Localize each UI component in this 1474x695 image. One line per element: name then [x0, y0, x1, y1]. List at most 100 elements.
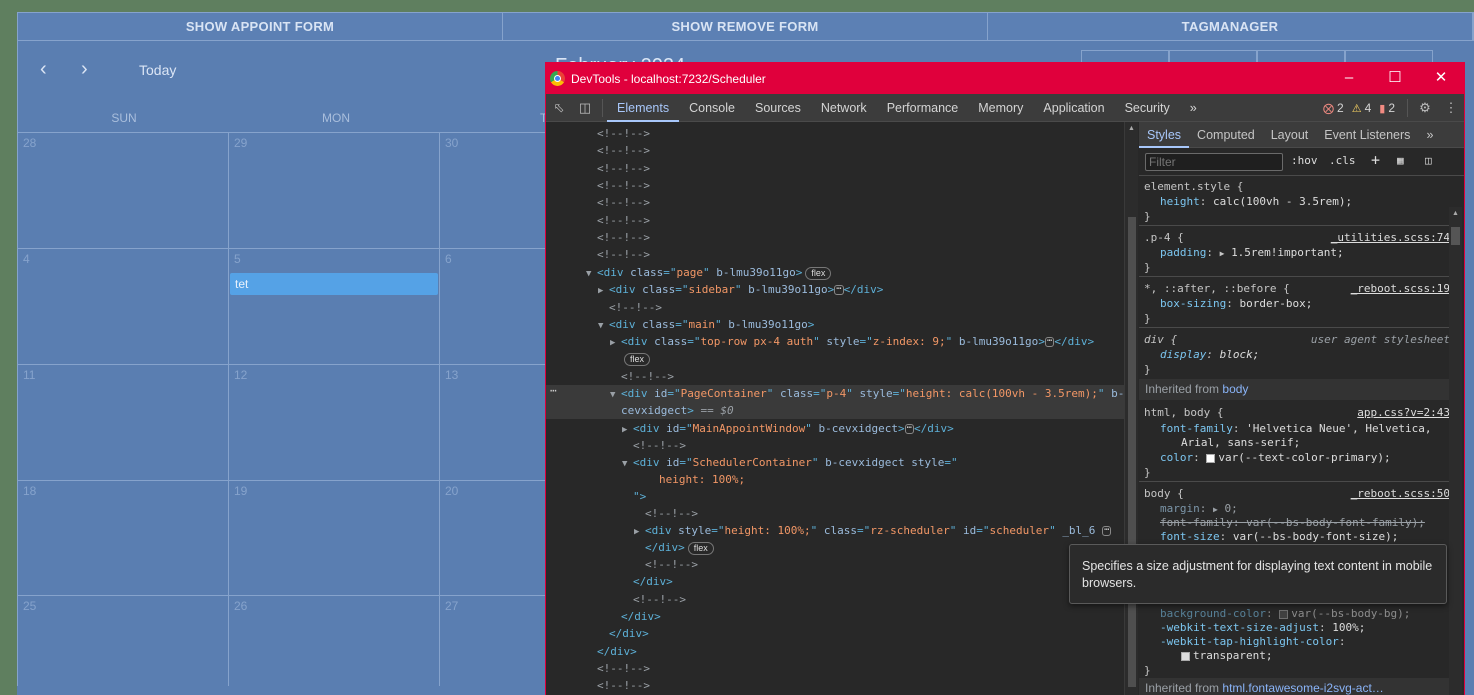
- rule-selector[interactable]: div {user agent stylesheet: [1144, 332, 1454, 347]
- rule-declaration[interactable]: -webkit-tap-highlight-color:: [1160, 634, 1464, 649]
- dom-comment[interactable]: <!--!-->: [546, 125, 1124, 142]
- rule-declaration-overridden[interactable]: font-family: var(--bs-body-font-family);: [1160, 515, 1464, 530]
- dom-node-page[interactable]: ▼ <div class="page" b-lmu39o11go> flex: [546, 264, 1124, 281]
- tab-styles[interactable]: Styles: [1139, 122, 1190, 148]
- rule-selector[interactable]: element.style {: [1144, 179, 1454, 194]
- dom-comment[interactable]: <!--!-->: [546, 677, 1124, 694]
- dom-close-tag[interactable]: </div>: [546, 643, 1124, 660]
- dom-close-tag[interactable]: </div>: [546, 625, 1124, 642]
- dom-node-rz-scheduler[interactable]: ▶ <div style="height: 100%;" class="rz-sc…: [546, 522, 1124, 539]
- show-appoint-form-button[interactable]: SHOW APPOINT FORM: [18, 13, 503, 40]
- tagmanager-button[interactable]: TAGMANAGER: [988, 13, 1473, 40]
- dom-node-main-appoint-window[interactable]: ▶ <div id="MainAppointWindow" b-cevxidgec…: [546, 420, 1124, 437]
- more-icon[interactable]: ⋯: [550, 382, 557, 399]
- minimize-icon[interactable]: –: [1326, 63, 1372, 94]
- day-cell[interactable]: 19: [229, 480, 440, 596]
- ellipsis-icon[interactable]: ⋯: [1044, 337, 1055, 347]
- day-cell[interactable]: 28: [18, 132, 229, 248]
- day-cell[interactable]: 4: [18, 248, 229, 364]
- dom-comment[interactable]: <!--!-->: [546, 556, 1124, 573]
- dom-comment[interactable]: <!--!-->: [546, 505, 1124, 522]
- rule-declaration[interactable]: background-color: var(--bs-body-bg);: [1160, 606, 1464, 621]
- dom-node-main[interactable]: ▼ <div class="main" b-lmu39o11go>: [546, 316, 1124, 333]
- add-rule-icon[interactable]: +: [1371, 151, 1380, 169]
- tab-computed[interactable]: Computed: [1189, 122, 1263, 148]
- chevron-right-icon[interactable]: ›: [81, 59, 88, 79]
- dom-comment[interactable]: <!--!-->: [546, 142, 1124, 159]
- rule-declaration[interactable]: padding: ▶ 1.5rem!important;: [1160, 245, 1464, 260]
- styles-scrollbar[interactable]: ▲: [1449, 207, 1462, 695]
- day-cell[interactable]: 12: [229, 364, 440, 480]
- dom-close-tag[interactable]: </div> flex: [546, 539, 1124, 556]
- rule-declaration[interactable]: display: block;: [1160, 347, 1464, 362]
- dom-comment[interactable]: <!--!-->: [546, 368, 1124, 385]
- day-cell[interactable]: 26: [229, 595, 440, 695]
- cls-toggle[interactable]: .cls: [1329, 154, 1356, 167]
- tab-network[interactable]: Network: [811, 94, 877, 122]
- tab-elements[interactable]: Elements: [607, 94, 680, 122]
- tab-console[interactable]: Console: [679, 94, 745, 122]
- rule-declaration[interactable]: height: calc(100vh - 3.5rem);: [1160, 194, 1464, 209]
- chevron-left-icon[interactable]: ‹: [40, 59, 47, 79]
- device-toolbar-icon[interactable]: ◫: [572, 100, 598, 116]
- rule-selector[interactable]: *, ::after, ::before {_reboot.scss:19: [1144, 281, 1454, 296]
- rule-declaration[interactable]: margin: ▶ 0;: [1160, 501, 1464, 516]
- show-remove-form-button[interactable]: SHOW REMOVE FORM: [503, 13, 988, 40]
- expand-arrow-icon[interactable]: ▶: [598, 283, 609, 300]
- appointment-event[interactable]: tet: [230, 273, 438, 295]
- dom-node-top-row[interactable]: ▶ <div class="top-row px-4 auth" style="z…: [546, 333, 1124, 350]
- dom-comment[interactable]: <!--!-->: [546, 212, 1124, 229]
- elements-scrollbar[interactable]: ▲: [1124, 122, 1138, 695]
- rule-selector[interactable]: .p-4 {_utilities.scss:74: [1144, 230, 1454, 245]
- issue-count[interactable]: ▮ 2: [1379, 101, 1395, 115]
- dom-node-sidebar[interactable]: ▶ <div class="sidebar" b-lmu39o11go> ⋯ </di…: [546, 281, 1124, 298]
- hov-toggle[interactable]: :hov: [1291, 154, 1318, 167]
- elements-dom-tree[interactable]: <!--!--> <!--!--> <!--!--> <!--!--> <!--…: [546, 122, 1124, 695]
- tab-event-listeners[interactable]: Event Listeners: [1316, 122, 1418, 148]
- day-cell[interactable]: 29: [229, 132, 440, 248]
- dom-comment[interactable]: <!--!-->: [546, 229, 1124, 246]
- maximize-icon[interactable]: ☐: [1372, 63, 1418, 94]
- dom-comment[interactable]: <!--!-->: [546, 160, 1124, 177]
- rule-declaration[interactable]: font-size: var(--bs-body-font-size);: [1160, 529, 1464, 544]
- paint-brush-icon[interactable]: ▦: [1397, 154, 1404, 167]
- more-options-icon[interactable]: ⋮: [1438, 100, 1464, 116]
- rule-source-link[interactable]: _reboot.scss:50: [1351, 486, 1450, 501]
- dom-node-scheduler-container[interactable]: ▼ <div id="SchedulerContainer" b-cevxidge…: [546, 454, 1124, 471]
- ellipsis-icon[interactable]: ⋯: [1102, 526, 1112, 536]
- rule-declaration[interactable]: -webkit-text-size-adjust: 100%;: [1160, 620, 1464, 635]
- flex-badge[interactable]: flex: [805, 267, 832, 280]
- day-cell[interactable]: 18: [18, 480, 229, 596]
- close-icon[interactable]: ✕: [1418, 63, 1464, 94]
- tab-performance[interactable]: Performance: [877, 94, 969, 122]
- dom-comment[interactable]: <!--!-->: [546, 246, 1124, 263]
- day-cell[interactable]: 5: [229, 248, 440, 364]
- rule-declaration[interactable]: color: var(--text-color-primary);: [1160, 450, 1464, 465]
- scroll-up-icon[interactable]: ▲: [1128, 125, 1135, 132]
- expand-arrow-icon[interactable]: ▼: [610, 387, 621, 404]
- styles-filter-input[interactable]: [1145, 153, 1283, 171]
- tab-application[interactable]: Application: [1033, 94, 1114, 122]
- gear-icon[interactable]: ⚙: [1412, 100, 1438, 116]
- scrollbar-thumb[interactable]: [1128, 217, 1136, 687]
- warning-count[interactable]: ⚠ 4: [1352, 101, 1372, 115]
- color-swatch[interactable]: [1279, 609, 1289, 619]
- dom-close-tag[interactable]: </div>: [546, 608, 1124, 625]
- rule-declaration[interactable]: font-family: 'Helvetica Neue', Helvetica…: [1160, 421, 1464, 436]
- ellipsis-icon[interactable]: ⋯: [834, 285, 844, 295]
- tab-security[interactable]: Security: [1115, 94, 1180, 122]
- inspect-element-icon[interactable]: ⬁: [546, 100, 572, 116]
- color-swatch[interactable]: [1206, 453, 1216, 463]
- rule-selector[interactable]: html, body {app.css?v=2:43: [1144, 405, 1454, 420]
- color-swatch[interactable]: [1181, 651, 1190, 661]
- error-count[interactable]: ⨂ 2: [1323, 101, 1344, 115]
- inherited-html-link[interactable]: html.fontawesome-i2svg-act…: [1222, 681, 1383, 695]
- rule-source-link[interactable]: _utilities.scss:74: [1331, 230, 1450, 245]
- flex-badge[interactable]: flex: [687, 542, 714, 555]
- today-button[interactable]: Today: [139, 62, 176, 78]
- day-cell[interactable]: 25: [18, 595, 229, 695]
- flex-badge[interactable]: flex: [624, 353, 651, 366]
- dom-comment[interactable]: <!--!-->: [546, 299, 1124, 316]
- dom-node-page-container-selected[interactable]: ⋯ ▼ <div id="PageContainer" class="p-4" s…: [546, 382, 1124, 419]
- scrollbar-thumb[interactable]: [1451, 227, 1460, 245]
